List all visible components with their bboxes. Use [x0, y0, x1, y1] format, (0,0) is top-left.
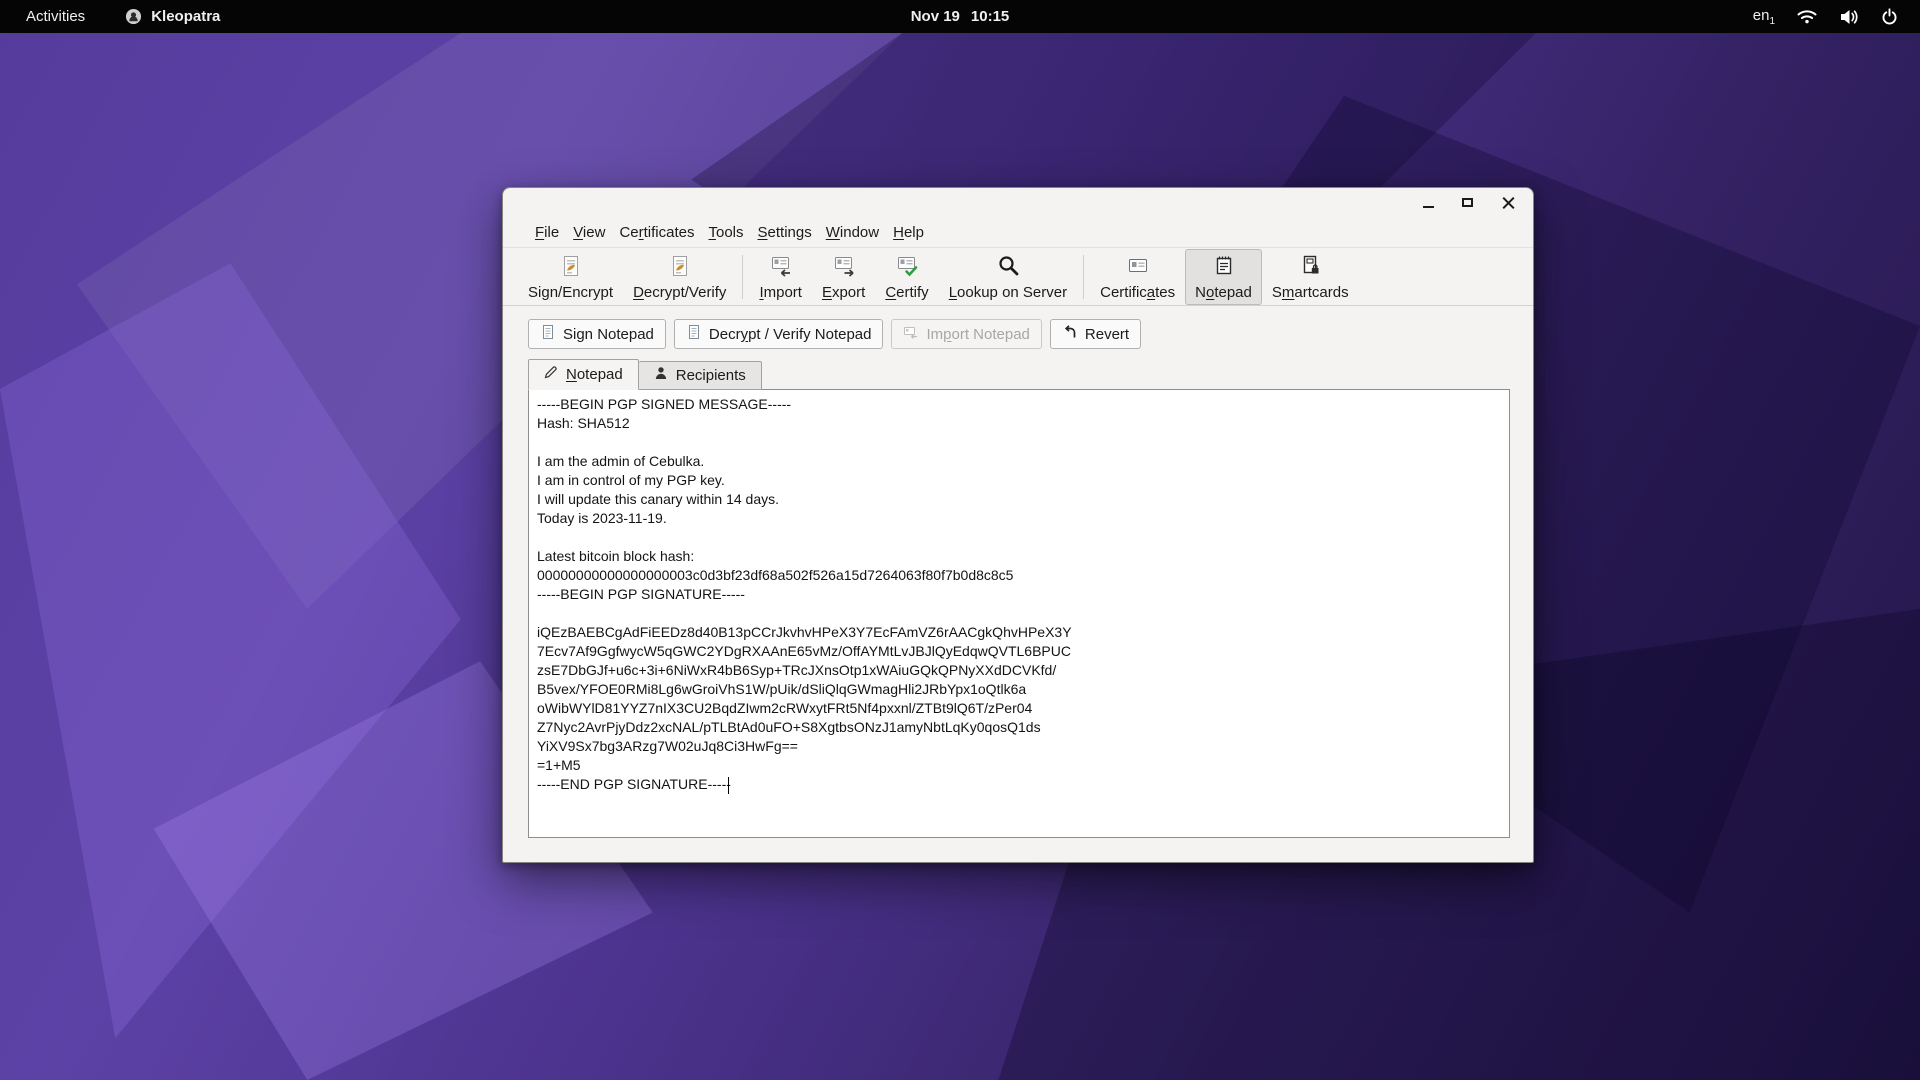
- menu-bar: File View Certificates Tools Settings Wi…: [503, 218, 1533, 248]
- clock-button[interactable]: Nov 19 10:15: [911, 8, 1010, 25]
- system-status-area[interactable]: en1: [1753, 7, 1920, 27]
- menu-certificates[interactable]: Certificates: [612, 220, 701, 245]
- decrypt-verify-icon: [667, 253, 693, 283]
- pencil-icon: [544, 365, 558, 383]
- toolbar-button-label: Lookup on Server: [949, 284, 1067, 301]
- menu-window[interactable]: Window: [819, 220, 886, 245]
- focused-app-name: Kleopatra: [151, 8, 220, 25]
- toolbar-export-button[interactable]: Export: [812, 249, 875, 305]
- toolbar-decrypt-verify-button[interactable]: Decrypt/Verify: [623, 249, 736, 305]
- desktop-wallpaper: Activities Kleopatra Nov 19 10:15 en1: [0, 0, 1920, 1080]
- notepad-tab-bar: Notepad Recipients: [528, 359, 1533, 390]
- certificates-icon: [1125, 253, 1151, 283]
- notepad-text: -----BEGIN PGP SIGNED MESSAGE----- Hash:…: [529, 390, 1509, 799]
- power-icon: [1881, 8, 1898, 25]
- menu-view[interactable]: View: [566, 220, 612, 245]
- menu-file[interactable]: File: [528, 220, 566, 245]
- minimize-button[interactable]: [1423, 196, 1437, 210]
- sign-notepad-icon: [540, 324, 556, 344]
- toolbar-button-label: Certificates: [1100, 284, 1175, 301]
- toolbar-button-label: Smartcards: [1272, 284, 1349, 301]
- smartcards-icon: [1297, 253, 1323, 283]
- lookup-on-server-icon: [995, 253, 1021, 283]
- toolbar-button-label: Decrypt/Verify: [633, 284, 726, 301]
- wifi-icon: [1797, 9, 1817, 25]
- toolbar-separator: [742, 255, 743, 299]
- gnome-top-bar: Activities Kleopatra Nov 19 10:15 en1: [0, 0, 1920, 33]
- window-titlebar[interactable]: [503, 188, 1533, 218]
- tab-recipients[interactable]: Recipients: [639, 361, 762, 390]
- export-icon: [831, 253, 857, 283]
- toolbar-button-label: Notepad: [1195, 284, 1252, 301]
- close-button[interactable]: [1501, 196, 1515, 210]
- toolbar-import-button[interactable]: Import: [749, 249, 812, 305]
- action-button-label: Sign Notepad: [563, 326, 654, 343]
- toolbar-certify-button[interactable]: Certify: [875, 249, 938, 305]
- volume-icon: [1839, 9, 1859, 25]
- focused-app-menu[interactable]: Kleopatra: [125, 8, 220, 25]
- main-toolbar: Sign/Encrypt Decrypt/Verify Import Expor: [503, 248, 1533, 306]
- clock-date: Nov 19: [911, 8, 960, 25]
- text-cursor: [728, 777, 729, 794]
- revert-icon: [1062, 324, 1078, 344]
- recipients-icon: [654, 366, 668, 384]
- kleopatra-app-icon: [125, 8, 142, 25]
- maximize-button[interactable]: [1462, 196, 1476, 210]
- tab-label: Recipients: [676, 367, 746, 384]
- toolbar-button-label: Import: [759, 284, 802, 301]
- action-button-label: Import Notepad: [926, 326, 1029, 343]
- kleopatra-window: File View Certificates Tools Settings Wi…: [502, 187, 1534, 863]
- menu-help[interactable]: Help: [886, 220, 931, 245]
- toolbar-button-label: Certify: [885, 284, 928, 301]
- revert-button[interactable]: Revert: [1050, 319, 1141, 349]
- tab-notepad[interactable]: Notepad: [528, 359, 639, 390]
- toolbar-lookup-on-server-button[interactable]: Lookup on Server: [939, 249, 1077, 305]
- toolbar-button-label: Sign/Encrypt: [528, 284, 613, 301]
- import-notepad-icon: [903, 324, 919, 344]
- action-button-label: Revert: [1085, 326, 1129, 343]
- decrypt-verify-notepad-icon: [686, 324, 702, 344]
- toolbar-separator: [1083, 255, 1084, 299]
- sign-notepad-button[interactable]: Sign Notepad: [528, 319, 666, 349]
- toolbar-button-label: Export: [822, 284, 865, 301]
- import-icon: [768, 253, 794, 283]
- menu-settings[interactable]: Settings: [751, 220, 819, 245]
- keyboard-layout-indicator[interactable]: en1: [1753, 7, 1775, 27]
- sign-encrypt-icon: [558, 253, 584, 283]
- toolbar-smartcards-button[interactable]: Smartcards: [1262, 249, 1359, 305]
- decrypt-verify-notepad-button[interactable]: Decrypt / Verify Notepad: [674, 319, 884, 349]
- toolbar-sign-encrypt-button[interactable]: Sign/Encrypt: [518, 249, 623, 305]
- notepad-action-bar: Sign Notepad Decrypt / Verify Notepad Im…: [503, 306, 1533, 349]
- toolbar-notepad-button[interactable]: Notepad: [1185, 249, 1262, 305]
- certify-icon: [894, 253, 920, 283]
- import-notepad-button[interactable]: Import Notepad: [891, 319, 1041, 349]
- toolbar-certificates-button[interactable]: Certificates: [1090, 249, 1185, 305]
- notepad-icon: [1211, 253, 1237, 283]
- activities-button[interactable]: Activities: [26, 8, 85, 25]
- action-button-label: Decrypt / Verify Notepad: [709, 326, 872, 343]
- menu-tools[interactable]: Tools: [701, 220, 750, 245]
- clock-time: 10:15: [971, 8, 1009, 25]
- notepad-editor[interactable]: -----BEGIN PGP SIGNED MESSAGE----- Hash:…: [528, 389, 1510, 838]
- tab-label: Notepad: [566, 366, 623, 383]
